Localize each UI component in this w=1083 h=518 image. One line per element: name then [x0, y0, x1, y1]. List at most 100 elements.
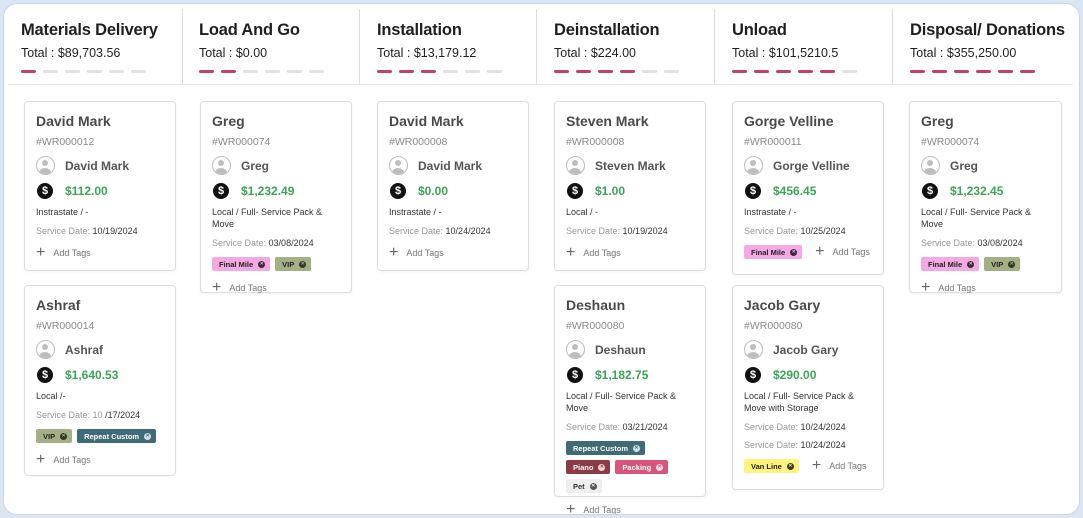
- service-date: Service Date: 03/21/2024: [566, 422, 693, 432]
- service-date: Service Date: 10/19/2024: [36, 226, 163, 236]
- amount-value: $1,182.75: [595, 368, 649, 382]
- service-date-label: Service Date:: [744, 226, 799, 236]
- service-date-value: 03/21/2024: [622, 422, 668, 432]
- service-date: Service Date: 10/25/2024: [744, 226, 871, 236]
- progress-segment: [620, 70, 635, 73]
- move-type: Local / Full- Service Pack & Move: [212, 207, 323, 229]
- customer-name: David Mark: [389, 113, 464, 129]
- tag-chip[interactable]: Piano ✕: [566, 460, 611, 474]
- remove-tag-icon[interactable]: ✕: [60, 432, 68, 440]
- column-header: Unload Total : $101,5210.5: [715, 4, 893, 84]
- add-tags-button[interactable]: + Add Tags: [811, 457, 867, 474]
- plus-icon: +: [566, 501, 576, 515]
- tag-label: Final Mile: [751, 247, 786, 257]
- work-request-card[interactable]: Deshaun #WR000080 Deshaun $ $1,182.75 Local /…: [554, 285, 706, 514]
- add-tags-button[interactable]: + Add Tags: [212, 280, 267, 296]
- customer-name: Ashraf: [36, 297, 81, 313]
- progress-segment: [399, 70, 414, 73]
- assignee-row: Steven Mark: [566, 156, 693, 175]
- column-title: Materials Delivery: [21, 21, 158, 39]
- progress-segment: [87, 70, 102, 73]
- add-tags-button[interactable]: + Add Tags: [36, 245, 91, 261]
- remove-tag-icon[interactable]: ✕: [144, 432, 152, 440]
- add-tags-button[interactable]: + Add Tags: [36, 452, 91, 468]
- progress-segment: [910, 70, 925, 73]
- work-request-id: #WR000074: [921, 136, 980, 148]
- remove-tag-icon[interactable]: ✕: [633, 444, 641, 452]
- work-request-id: #WR000012: [36, 136, 95, 148]
- amount-value: $0.00: [418, 184, 449, 198]
- remove-tag-icon[interactable]: ✕: [299, 260, 307, 268]
- service-date-label: Service Date:: [744, 440, 799, 450]
- tag-chip[interactable]: Packing ✕: [615, 460, 669, 474]
- add-tags-button[interactable]: + Add Tags: [815, 244, 870, 260]
- plus-icon: +: [811, 457, 822, 474]
- progress-segment: [287, 70, 302, 73]
- tag-chip[interactable]: Repeat Custom ✕: [77, 429, 157, 443]
- remove-tag-icon[interactable]: ✕: [790, 248, 798, 256]
- work-request-card[interactable]: Steven Mark #WR000008 Steven Mark $ $1.00 Loc…: [554, 101, 706, 271]
- progress-segment: [309, 70, 324, 73]
- amount-row: $ $1,182.75: [566, 367, 693, 383]
- add-tags-label: Add Tags: [53, 248, 91, 258]
- tag-chip[interactable]: Van Line ✕: [744, 459, 799, 473]
- remove-tag-icon[interactable]: ✕: [589, 482, 597, 490]
- remove-tag-icon[interactable]: ✕: [656, 463, 664, 471]
- progress-segment: [443, 70, 458, 73]
- progress-segment: [754, 70, 769, 73]
- work-request-card[interactable]: David Mark #WR000008 David Mark $ $0.00 Instr…: [377, 101, 529, 271]
- service-date-value: 03/08/2024: [268, 238, 314, 248]
- tag-label: Pet: [573, 481, 585, 491]
- add-tags-label: Add Tags: [229, 283, 267, 293]
- work-request-card[interactable]: Gorge Velline #WR000011 Gorge Velline $ $456…: [732, 101, 884, 275]
- amount-row: $ $1,232.49: [212, 183, 339, 199]
- tag-chip[interactable]: VIP ✕: [275, 257, 312, 271]
- progress-segment: [642, 70, 657, 73]
- work-request-card[interactable]: David Mark #WR000012 David Mark $ $112.00 Ins…: [24, 101, 176, 271]
- remove-tag-icon[interactable]: ✕: [1008, 260, 1016, 268]
- tag-chip[interactable]: Final Mile ✕: [744, 245, 803, 259]
- remove-tag-icon[interactable]: ✕: [598, 463, 606, 471]
- progress-segment: [221, 70, 236, 73]
- add-tags-button[interactable]: + Add Tags: [389, 245, 444, 261]
- progress-segment: [487, 70, 502, 73]
- work-request-card[interactable]: Ashraf #WR000014 Ashraf $ $1,640.53 Local /- S…: [24, 285, 176, 476]
- work-request-id: #WR000011: [744, 136, 802, 148]
- progress-segment: [465, 70, 480, 73]
- work-request-card[interactable]: Jacob Gary #WR000080 Jacob Gary $ $290.00 Loc…: [732, 285, 884, 490]
- assignee-name: David Mark: [65, 158, 130, 173]
- remove-tag-icon[interactable]: ✕: [786, 462, 794, 470]
- add-tags-button[interactable]: + Add Tags: [921, 280, 976, 296]
- tag-chip[interactable]: Pet ✕: [566, 479, 602, 493]
- work-request-id: #WR000080: [744, 320, 803, 332]
- add-tags-label: Add Tags: [829, 461, 867, 471]
- progress-segment: [21, 70, 36, 73]
- work-request-card[interactable]: Greg #WR000074 Greg $ $1,232.49 Local / Full-…: [200, 101, 352, 296]
- add-tags-button[interactable]: + Add Tags: [566, 501, 621, 515]
- tag-chip[interactable]: VIP ✕: [36, 429, 73, 443]
- column-title: Installation: [377, 21, 462, 39]
- tag-label: Final Mile: [928, 259, 963, 269]
- add-tags-label: Add Tags: [583, 248, 621, 258]
- work-request-card[interactable]: Greg #WR000074 Greg $ $1,232.45 Local / Full-…: [909, 101, 1062, 296]
- tag-chip[interactable]: VIP ✕: [984, 257, 1021, 271]
- progress-segment: [932, 70, 947, 73]
- move-type: Instrastate / -: [389, 207, 442, 217]
- tag-chip[interactable]: Repeat Custom ✕: [566, 441, 646, 455]
- move-type: Local / Full- Service Pack & Move with S…: [744, 391, 855, 413]
- tag-label: Van Line: [751, 461, 782, 471]
- tag-list: Final Mile ✕ VIP ✕: [212, 257, 339, 271]
- tag-chip[interactable]: Final Mile ✕: [212, 257, 271, 271]
- customer-name: Deshaun: [566, 297, 626, 313]
- service-date-value: 10/24/2024: [800, 440, 846, 450]
- tag-chip[interactable]: Final Mile ✕: [921, 257, 980, 271]
- add-tags-button[interactable]: + Add Tags: [566, 245, 621, 261]
- customer-name: Gorge Velline: [744, 113, 834, 129]
- tag-label: Repeat Custom: [84, 431, 140, 441]
- dollar-icon: $: [567, 183, 583, 199]
- remove-tag-icon[interactable]: ✕: [967, 260, 975, 268]
- user-avatar-icon: [566, 156, 585, 175]
- dollar-icon: $: [213, 183, 229, 199]
- dollar-icon: $: [37, 367, 53, 383]
- remove-tag-icon[interactable]: ✕: [258, 260, 266, 268]
